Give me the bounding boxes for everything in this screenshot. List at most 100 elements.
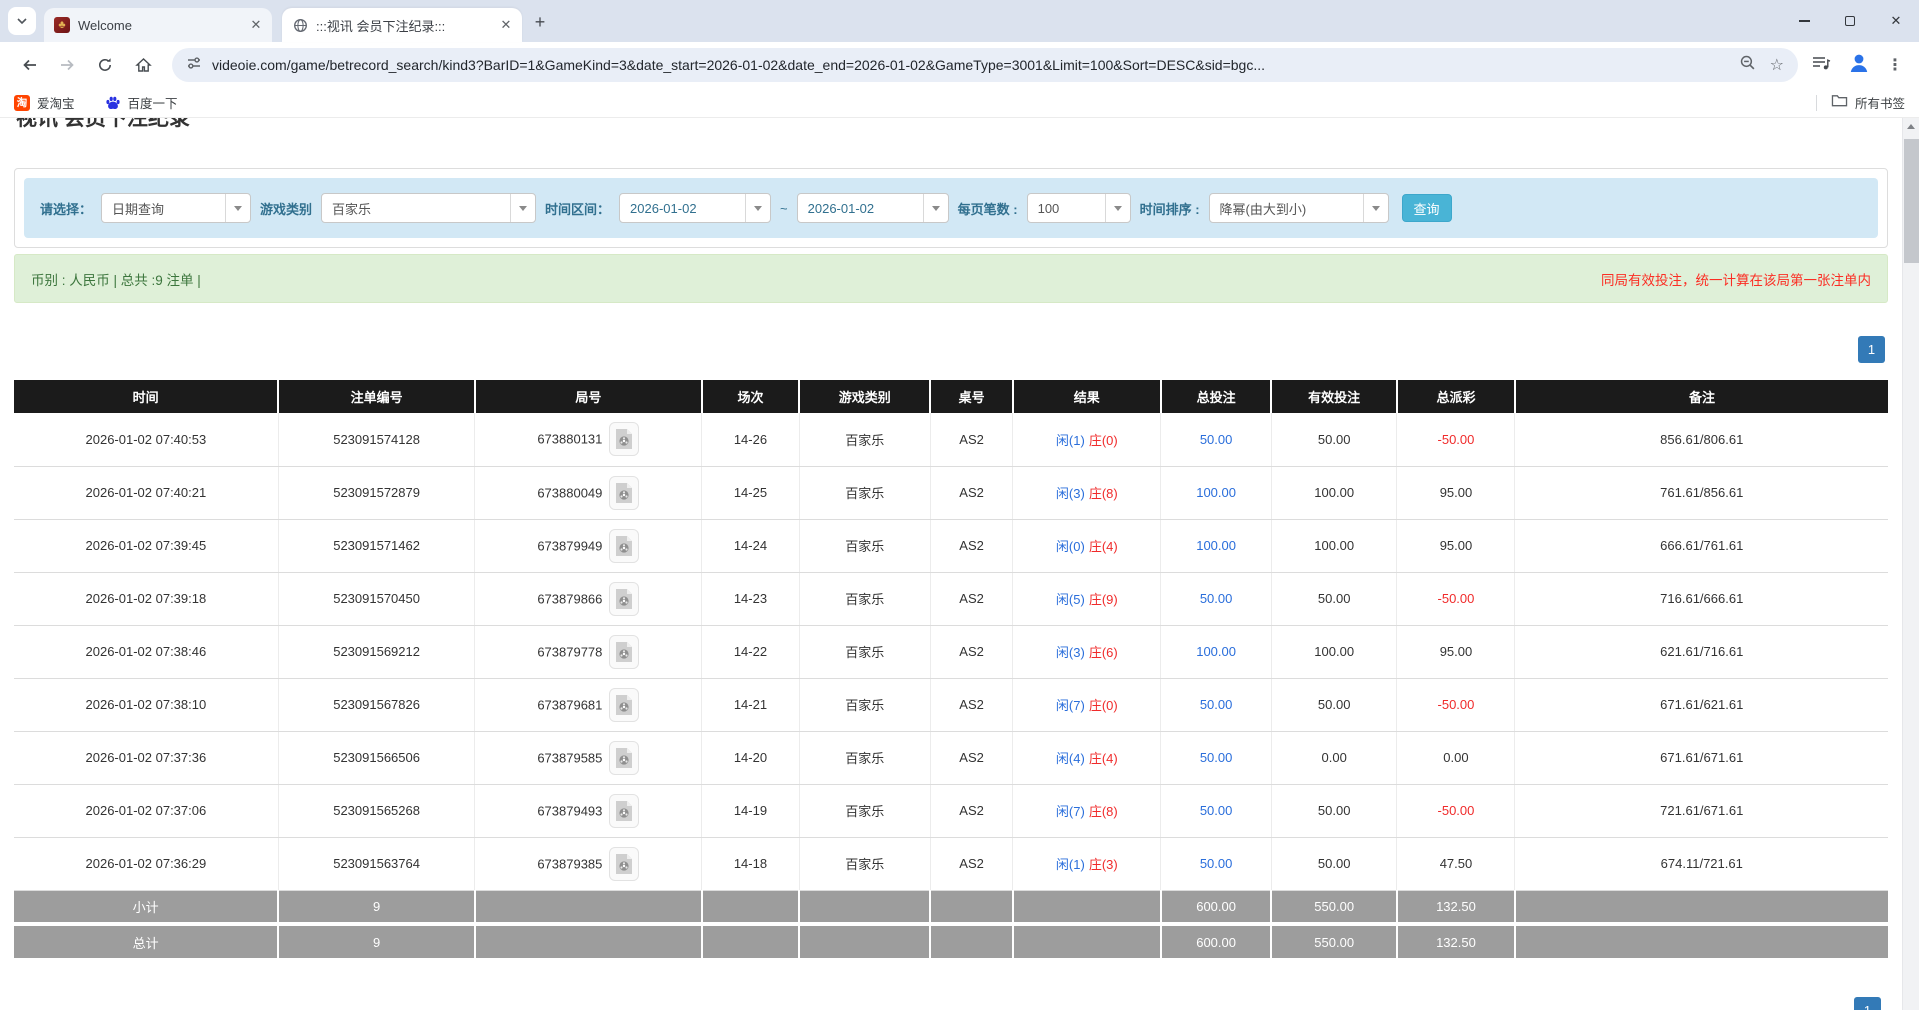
sort-select[interactable]: 降幂(由大到小) xyxy=(1209,193,1389,223)
page-1-button[interactable]: 1 xyxy=(1854,997,1881,1010)
date-end-select[interactable]: 2026-01-02 xyxy=(797,193,949,223)
col-table: 桌号 xyxy=(930,380,1012,413)
total-payout: 132.50 xyxy=(1397,924,1515,958)
bookmark-baidu[interactable]: 百度一下 xyxy=(105,93,178,112)
pagination-bottom: 1 xyxy=(1854,997,1881,1010)
tab-bet-records[interactable]: :::视讯 会员下注纪录::: ✕ xyxy=(282,8,522,42)
cell-bet-id: 523091567826 xyxy=(278,678,475,731)
bookmark-star-icon[interactable]: ☆ xyxy=(1770,55,1784,75)
video-replay-button[interactable] xyxy=(609,635,639,669)
cell-time: 2026-01-02 07:37:36 xyxy=(14,731,278,784)
cell-payout: -50.00 xyxy=(1397,784,1515,837)
cell-table: AS2 xyxy=(930,784,1012,837)
chevron-down-icon[interactable] xyxy=(1363,194,1388,222)
cell-total-bet[interactable]: 100.00 xyxy=(1161,466,1272,519)
video-replay-button[interactable] xyxy=(609,422,639,456)
maximize-button[interactable] xyxy=(1827,0,1873,42)
result-banker: 庄(4) xyxy=(1089,539,1118,554)
per-page-select[interactable]: 100 xyxy=(1027,193,1131,223)
new-tab-button[interactable]: + xyxy=(526,8,554,36)
all-bookmarks[interactable]: 所有书签 xyxy=(1816,93,1905,113)
page-1-button[interactable]: 1 xyxy=(1858,336,1885,363)
tab-welcome[interactable]: ♣ Welcome ✕ xyxy=(44,8,272,42)
cell-total-bet[interactable]: 100.00 xyxy=(1161,519,1272,572)
cell-total-bet[interactable]: 50.00 xyxy=(1161,678,1272,731)
result-banker: 庄(4) xyxy=(1089,751,1118,766)
chevron-down-icon[interactable] xyxy=(923,194,948,222)
browser-menu-icon[interactable]: ⋮ xyxy=(1887,55,1903,75)
cell-note: 621.61/716.61 xyxy=(1515,625,1888,678)
cell-bet-id: 523091574128 xyxy=(278,413,475,466)
cell-round: 673880049 xyxy=(475,466,702,519)
col-payout: 总派彩 xyxy=(1397,380,1515,413)
cell-bet-id: 523091571462 xyxy=(278,519,475,572)
browser-toolbar: videoie.com/game/betrecord_search/kind3?… xyxy=(0,42,1919,88)
cell-total-bet[interactable]: 50.00 xyxy=(1161,837,1272,890)
query-type-select[interactable]: 日期查询 xyxy=(101,193,251,223)
bet-record-row: 2026-01-02 07:36:29 523091563764 6738793… xyxy=(14,837,1888,890)
close-window-button[interactable]: ✕ xyxy=(1873,0,1919,42)
bookmark-taobao[interactable]: 淘 爱淘宝 xyxy=(14,93,75,112)
round-number: 673879949 xyxy=(537,538,602,553)
video-replay-button[interactable] xyxy=(609,794,639,828)
bet-record-row: 2026-01-02 07:38:46 523091569212 6738797… xyxy=(14,625,1888,678)
bet-record-row: 2026-01-02 07:40:53 523091574128 6738801… xyxy=(14,413,1888,466)
date-start-select[interactable]: 2026-01-02 xyxy=(619,193,771,223)
result-player: 闲(7) xyxy=(1056,698,1085,713)
tab-close-icon[interactable]: ✕ xyxy=(496,15,516,35)
tab-search-button[interactable] xyxy=(8,7,36,35)
chevron-down-icon[interactable] xyxy=(745,194,770,222)
media-controls-icon[interactable] xyxy=(1812,55,1831,76)
cell-result: 闲(7)庄(0) xyxy=(1013,678,1161,731)
video-replay-button[interactable] xyxy=(609,688,639,722)
url-text[interactable]: videoie.com/game/betrecord_search/kind3?… xyxy=(212,57,1729,73)
video-replay-button[interactable] xyxy=(609,476,639,510)
back-button[interactable] xyxy=(12,48,46,82)
cell-total-bet[interactable]: 50.00 xyxy=(1161,572,1272,625)
cell-note: 666.61/761.61 xyxy=(1515,519,1888,572)
minimize-button[interactable] xyxy=(1781,0,1827,42)
video-replay-button[interactable] xyxy=(609,582,639,616)
home-button[interactable] xyxy=(126,48,160,82)
cell-result: 闲(3)庄(8) xyxy=(1013,466,1161,519)
round-number: 673879493 xyxy=(537,803,602,818)
cell-bet-id: 523091569212 xyxy=(278,625,475,678)
site-controls-icon[interactable] xyxy=(186,55,202,76)
game-kind-select[interactable]: 百家乐 xyxy=(321,193,536,223)
profile-avatar[interactable] xyxy=(1847,51,1871,80)
chevron-down-icon[interactable] xyxy=(1105,194,1130,222)
cell-total-bet[interactable]: 100.00 xyxy=(1161,625,1272,678)
cell-game: 百家乐 xyxy=(799,731,930,784)
cell-session: 14-21 xyxy=(702,678,799,731)
result-player: 闲(1) xyxy=(1056,433,1085,448)
cell-valid-bet: 100.00 xyxy=(1271,625,1397,678)
cell-note: 674.11/721.61 xyxy=(1515,837,1888,890)
video-replay-button[interactable] xyxy=(609,847,639,881)
zoom-out-page-icon[interactable] xyxy=(1739,54,1756,76)
video-replay-button[interactable] xyxy=(609,529,639,563)
search-button[interactable]: 查询 xyxy=(1402,194,1452,222)
chevron-down-icon[interactable] xyxy=(225,194,250,222)
cell-table: AS2 xyxy=(930,625,1012,678)
forward-button[interactable] xyxy=(50,48,84,82)
chevron-down-icon[interactable] xyxy=(510,194,535,222)
cell-bet-id: 523091563764 xyxy=(278,837,475,890)
vertical-scrollbar[interactable] xyxy=(1902,118,1919,1010)
pagination-top: 1 xyxy=(14,336,1888,363)
address-bar[interactable]: videoie.com/game/betrecord_search/kind3?… xyxy=(172,48,1798,82)
cell-total-bet[interactable]: 50.00 xyxy=(1161,413,1272,466)
cell-total-bet[interactable]: 50.00 xyxy=(1161,731,1272,784)
cell-result: 闲(1)庄(0) xyxy=(1013,413,1161,466)
cell-round: 673879866 xyxy=(475,572,702,625)
result-player: 闲(7) xyxy=(1056,804,1085,819)
cell-round: 673879385 xyxy=(475,837,702,890)
reload-button[interactable] xyxy=(88,48,122,82)
col-note: 备注 xyxy=(1515,380,1888,413)
cell-result: 闲(1)庄(3) xyxy=(1013,837,1161,890)
total-valid-bet: 550.00 xyxy=(1271,924,1397,958)
scroll-up-arrow[interactable] xyxy=(1903,118,1919,134)
scrollbar-thumb[interactable] xyxy=(1904,139,1919,263)
tab-close-icon[interactable]: ✕ xyxy=(246,15,266,35)
video-replay-button[interactable] xyxy=(609,741,639,775)
cell-total-bet[interactable]: 50.00 xyxy=(1161,784,1272,837)
